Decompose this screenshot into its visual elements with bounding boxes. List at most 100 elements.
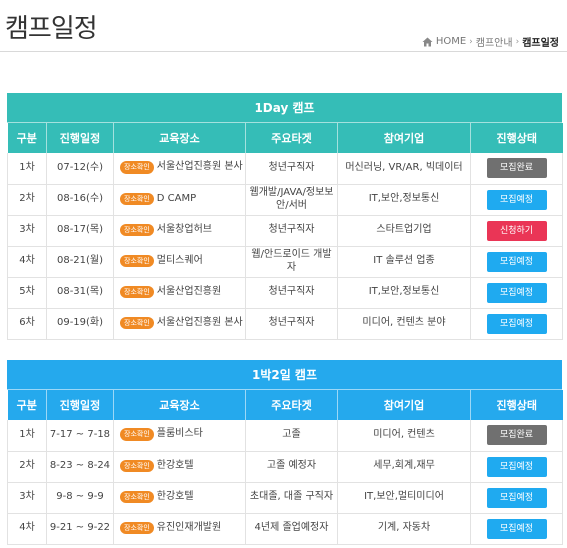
place-cell: 장소확인 한강호텔 (113, 482, 246, 514)
col-header-date: 진행일정 (46, 123, 114, 153)
section-title: 1박2일 캠프 (7, 360, 562, 390)
place-name: 한강호텔 (156, 459, 194, 471)
location-check-badge[interactable]: 장소확인 (120, 428, 154, 442)
round-cell: 1차 (7, 420, 47, 452)
location-check-badge[interactable]: 장소확인 (120, 316, 154, 330)
place-cell: 장소확인 D CAMP (113, 184, 246, 216)
status-cell: 모집예정 (470, 513, 563, 545)
table-row: 4차 9-21 ~ 9-22 장소확인 유진인재개발원 4년제 졸업예정자 기계, 자동차… (7, 513, 563, 545)
breadcrumb-home-link[interactable]: HOME (436, 36, 466, 47)
status-scheduled-button[interactable]: 모집예정 (486, 518, 547, 539)
col-header-date: 진행일정 (46, 390, 114, 420)
table-row: 5차 08-31(목) 장소확인 서울산업진흥원 청년구직자 IT,보안,정보통신 모집예정 (7, 277, 563, 309)
schedule-table: 구분 진행일정 교육장소 주요타겟 참여기업 진행상태 1차 07-12(수) 장소… (7, 123, 563, 340)
target-cell: 웹개발/JAVA/정보보안/서버 (245, 184, 338, 216)
date-cell: 08-16(수) (46, 184, 114, 216)
date-cell: 07-12(수) (46, 153, 114, 185)
table-header-row: 구분 진행일정 교육장소 주요타겟 참여기업 진행상태 (7, 123, 563, 153)
round-cell: 3차 (7, 482, 47, 514)
place-name: 서울창업허브 (156, 223, 212, 235)
place-cell: 장소확인 유진인재개발원 (113, 513, 246, 545)
round-cell: 5차 (7, 277, 47, 309)
col-header-status: 진행상태 (470, 123, 563, 153)
company-cell: 스타트업기업 (337, 215, 471, 247)
date-cell: 08-21(월) (46, 246, 114, 278)
location-check-badge[interactable]: 장소확인 (120, 521, 154, 535)
home-icon (422, 37, 433, 46)
date-cell: 9-8 ~ 9-9 (46, 482, 114, 514)
company-cell: IT,보안,정보통신 (337, 184, 471, 216)
status-scheduled-button[interactable]: 모집예정 (486, 456, 547, 477)
target-cell: 청년구직자 (245, 215, 338, 247)
location-check-badge[interactable]: 장소확인 (120, 161, 154, 175)
place-cell: 장소확인 멀티스퀘어 (113, 246, 246, 278)
table-row: 4차 08-21(월) 장소확인 멀티스퀘어 웹/안드로이드 개발자 IT 솔루션 업종 모… (7, 246, 563, 278)
location-check-badge[interactable]: 장소확인 (120, 285, 154, 299)
target-cell: 웹/안드로이드 개발자 (245, 246, 338, 278)
section-1day-camp: 1Day 캠프 구분 진행일정 교육장소 주요타겟 참여기업 진행상태 1차 07… (7, 93, 563, 340)
company-cell: IT,보안,멀티미디어 (337, 482, 471, 514)
target-cell: 청년구직자 (245, 277, 338, 309)
status-cell: 모집완료 (470, 153, 563, 185)
round-cell: 6차 (7, 308, 47, 340)
company-cell: 머신러닝, VR/AR, 빅데이터 (337, 153, 471, 185)
status-cell: 모집예정 (470, 451, 563, 483)
status-scheduled-button[interactable]: 모집예정 (486, 251, 547, 272)
table-body: 1차 07-12(수) 장소확인 서울산업진흥원 본사 청년구직자 머신러닝, VR/AR… (7, 153, 563, 340)
col-header-round: 구분 (7, 390, 47, 420)
target-cell: 고졸 예정자 (245, 451, 338, 483)
company-cell: 미디어, 컨텐츠 (337, 420, 471, 452)
round-cell: 4차 (7, 513, 47, 545)
status-scheduled-button[interactable]: 모집예정 (486, 189, 547, 210)
status-closed-button[interactable]: 모집완료 (486, 158, 547, 179)
location-check-badge[interactable]: 장소확인 (120, 459, 154, 473)
table-row: 2차 08-16(수) 장소확인 D CAMP 웹개발/JAVA/정보보안/서버 IT,보… (7, 184, 563, 216)
company-cell: 세무,회계,재무 (337, 451, 471, 483)
round-cell: 4차 (7, 246, 47, 278)
place-name: 한강호텔 (156, 490, 194, 502)
status-apply-button[interactable]: 신청하기 (486, 220, 547, 241)
schedule-table: 구분 진행일정 교육장소 주요타겟 참여기업 진행상태 1차 7-17 ~ 7-1… (7, 390, 563, 545)
round-cell: 1차 (7, 153, 47, 185)
date-cell: 09-19(화) (46, 308, 114, 340)
target-cell: 4년제 졸업예정자 (245, 513, 338, 545)
section-overnight-camp: 1박2일 캠프 구분 진행일정 교육장소 주요타겟 참여기업 진행상태 1차 7-… (7, 360, 563, 545)
location-check-badge[interactable]: 장소확인 (120, 192, 154, 206)
date-cell: 7-17 ~ 7-18 (46, 420, 114, 452)
date-cell: 9-21 ~ 9-22 (46, 513, 114, 545)
location-check-badge[interactable]: 장소확인 (120, 223, 154, 237)
place-name: 플룸비스타 (156, 428, 203, 440)
location-check-badge[interactable]: 장소확인 (120, 490, 154, 504)
company-cell: 기계, 자동차 (337, 513, 471, 545)
place-name: D CAMP (156, 192, 197, 204)
table-row: 3차 08-17(목) 장소확인 서울창업허브 청년구직자 스타트업기업 신청하기 (7, 215, 563, 247)
col-header-round: 구분 (7, 123, 47, 153)
location-check-badge[interactable]: 장소확인 (120, 254, 154, 268)
target-cell: 고졸 (245, 420, 338, 452)
table-body: 1차 7-17 ~ 7-18 장소확인 플룸비스타 고졸 미디어, 컨텐츠 모집완료 2차 8-… (7, 420, 563, 545)
date-cell: 08-31(목) (46, 277, 114, 309)
round-cell: 2차 (7, 184, 47, 216)
table-row: 3차 9-8 ~ 9-9 장소확인 한강호텔 초대졸, 대졸 구직자 IT,보안,멀티미디… (7, 482, 563, 514)
place-name: 서울산업진흥원 (156, 285, 222, 297)
place-cell: 장소확인 서울산업진흥원 본사 (113, 153, 246, 185)
breadcrumb-parent-link[interactable]: 캠프안내 (476, 34, 513, 49)
round-cell: 3차 (7, 215, 47, 247)
col-header-place: 교육장소 (113, 390, 246, 420)
date-cell: 08-17(목) (46, 215, 114, 247)
company-cell: IT,보안,정보통신 (337, 277, 471, 309)
status-scheduled-button[interactable]: 모집예정 (486, 487, 547, 508)
col-header-target: 주요타겟 (245, 123, 338, 153)
status-scheduled-button[interactable]: 모집예정 (486, 282, 547, 303)
table-row: 6차 09-19(화) 장소확인 서울산업진흥원 본사 청년구직자 미디어, 컨텐츠 분야… (7, 308, 563, 340)
company-cell: 미디어, 컨텐츠 분야 (337, 308, 471, 340)
status-cell: 모집예정 (470, 482, 563, 514)
status-cell: 모집완료 (470, 420, 563, 452)
status-closed-button[interactable]: 모집완료 (486, 425, 547, 446)
status-scheduled-button[interactable]: 모집예정 (486, 313, 547, 334)
col-header-status: 진행상태 (470, 390, 563, 420)
place-name: 서울산업진흥원 본사 (156, 161, 243, 173)
page-title: 캠프일정 (5, 14, 98, 44)
status-cell: 모집예정 (470, 308, 563, 340)
table-header-row: 구분 진행일정 교육장소 주요타겟 참여기업 진행상태 (7, 390, 563, 420)
